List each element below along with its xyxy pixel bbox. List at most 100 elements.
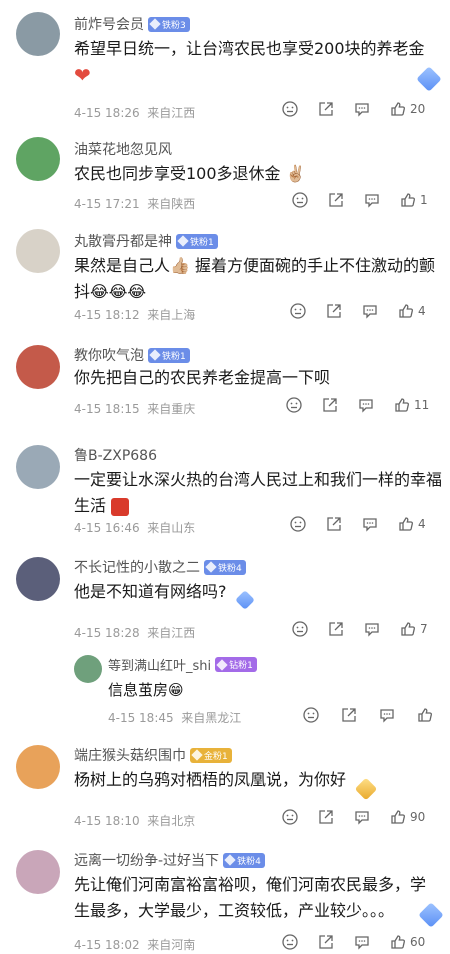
comment-text: 他是不知道有网络吗? — [74, 582, 227, 601]
comment-icon[interactable] — [354, 101, 370, 117]
react-emoji-icon[interactable] — [282, 101, 298, 117]
comment-location: 来自陕西 — [147, 197, 196, 211]
like-count: 4 — [418, 517, 426, 531]
diamond-icon — [177, 235, 189, 247]
comment-location: 来自上海 — [147, 308, 196, 322]
avatar[interactable] — [74, 655, 102, 683]
comment-icon[interactable] — [362, 516, 378, 532]
comment-location: 来自重庆 — [147, 402, 196, 416]
react-emoji-icon[interactable] — [290, 516, 306, 532]
like-icon[interactable] — [398, 516, 414, 532]
comment-location: 来自江西 — [147, 626, 196, 640]
comment-location: 来自江西 — [147, 106, 196, 120]
username[interactable]: 不长记性的小散之二 — [74, 557, 200, 577]
avatar[interactable] — [16, 445, 60, 489]
comment-date: 4-15 18:45 — [108, 711, 174, 725]
comment-location: 来自黑龙江 — [181, 711, 242, 725]
avatar[interactable] — [16, 745, 60, 789]
share-icon[interactable] — [326, 303, 342, 319]
username[interactable]: 端庄猴头菇织围巾 — [74, 745, 186, 765]
comment-icon[interactable] — [354, 934, 370, 950]
comment-date: 4-15 17:21 — [74, 197, 140, 211]
like-icon[interactable] — [390, 101, 406, 117]
react-emoji-icon[interactable] — [292, 621, 308, 637]
like-icon[interactable] — [417, 707, 433, 723]
share-icon[interactable] — [328, 621, 344, 637]
comment-icon[interactable] — [379, 707, 395, 723]
victory-emoji: ✌🏼 — [285, 164, 306, 183]
comment-date: 4-15 18:26 — [74, 106, 140, 120]
comment-icon[interactable] — [364, 621, 380, 637]
share-icon[interactable] — [322, 397, 338, 413]
like-count: 60 — [410, 935, 426, 949]
react-emoji-icon[interactable] — [290, 303, 306, 319]
avatar[interactable] — [16, 557, 60, 601]
heart-emoji: ❤ — [74, 63, 91, 87]
username[interactable]: 鲁B-ZXP686 — [74, 445, 157, 465]
like-count: 1 — [420, 193, 428, 207]
like-icon[interactable] — [390, 809, 406, 825]
fan-badge: 钻粉1 — [215, 657, 257, 672]
diamond-icon — [191, 749, 203, 761]
comment-icon[interactable] — [362, 303, 378, 319]
avatar[interactable] — [16, 345, 60, 389]
like-count: 7 — [420, 622, 428, 636]
comment-item: 前炸号会员 铁粉3 希望早日统一，让台湾农民也享受200块的养老金 ❤ 4-15… — [0, 0, 450, 125]
share-icon[interactable] — [326, 516, 342, 532]
diamond-icon — [149, 349, 161, 361]
like-icon[interactable] — [390, 934, 406, 950]
username[interactable]: 教你吹气泡 — [74, 345, 144, 365]
comment-text: 一定要让水深火热的台湾人民过上和我们一样的幸福 生活 — [74, 470, 443, 516]
react-emoji-icon[interactable] — [282, 934, 298, 950]
fan-badge: 铁粉1 — [148, 347, 190, 363]
username[interactable]: 前炸号会员 — [74, 14, 144, 34]
react-emoji-icon[interactable] — [292, 192, 308, 208]
comment-date: 4-15 18:28 — [74, 626, 140, 640]
share-icon[interactable] — [341, 707, 357, 723]
username[interactable]: 丸散膏丹都是神 — [74, 231, 172, 251]
comment-text: 希望早日统一，让台湾农民也享受200块的养老金 ❤ — [74, 39, 425, 87]
comment-icon[interactable] — [364, 192, 380, 208]
comment-item: 丸散膏丹都是神 铁粉1 果然是自己人👍🏼 握着方便面碗的手止不住激动的颤 抖😂😂… — [0, 225, 450, 337]
comment-text: 果然是自己人👍🏼 握着方便面碗的手止不住激动的颤 抖😂😂😂 — [74, 256, 436, 301]
like-icon[interactable] — [394, 397, 410, 413]
comment-icon[interactable] — [354, 809, 370, 825]
share-icon[interactable] — [328, 192, 344, 208]
react-emoji-icon[interactable] — [282, 809, 298, 825]
avatar[interactable] — [16, 137, 60, 181]
like-count: 4 — [418, 304, 426, 318]
react-emoji-icon[interactable] — [303, 707, 319, 723]
comment-item: 端庄猴头菇织围巾 金粉1 杨树上的乌鸦对栖梧的凤凰说，为你好 4-15 18:1… — [0, 737, 450, 842]
fan-badge: 铁粉1 — [176, 233, 218, 249]
share-icon[interactable] — [318, 101, 334, 117]
comment-text: 杨树上的乌鸦对栖梧的凤凰说，为你好 — [74, 770, 347, 789]
comment-text: 先让俺们河南富裕富裕呗，俺们河南农民最多，学 生最多，大学最少，工资较低，产业较… — [74, 875, 427, 920]
like-icon[interactable] — [400, 192, 416, 208]
fan-badge: 金粉1 — [190, 747, 232, 763]
comment-text: 农民也同步享受100多退休金 ✌🏼 — [74, 164, 306, 183]
comment-date: 4-15 16:46 — [74, 521, 140, 535]
username[interactable]: 油菜花地忽见风 — [74, 139, 172, 159]
username[interactable]: 远离一切纷争-过好当下 — [74, 850, 219, 870]
share-icon[interactable] — [318, 809, 334, 825]
comment-text: 信息茧房😁 — [108, 681, 184, 699]
comment-date: 4-15 18:15 — [74, 402, 140, 416]
share-icon[interactable] — [318, 934, 334, 950]
react-emoji-icon[interactable] — [286, 397, 302, 413]
avatar[interactable] — [16, 12, 60, 56]
diamond-icon — [224, 854, 236, 866]
like-icon[interactable] — [398, 303, 414, 319]
username[interactable]: 等到满山红叶_shi — [108, 655, 211, 674]
china-flag-emoji — [111, 497, 130, 516]
like-icon[interactable] — [400, 621, 416, 637]
comment-date: 4-15 18:02 — [74, 938, 140, 952]
avatar[interactable] — [16, 229, 60, 273]
comment-location: 来自北京 — [147, 814, 196, 828]
comment-date: 4-15 18:12 — [74, 308, 140, 322]
diamond-icon — [149, 18, 161, 30]
like-count: 11 — [414, 398, 430, 412]
avatar[interactable] — [16, 850, 60, 894]
comment-item: 不长记性的小散之二 铁粉4 他是不知道有网络吗? 4-15 18:28 来自江西… — [0, 549, 450, 649]
comment-icon[interactable] — [358, 397, 374, 413]
comment-text: 你先把自己的农民养老金提高一下呗 — [74, 368, 331, 387]
